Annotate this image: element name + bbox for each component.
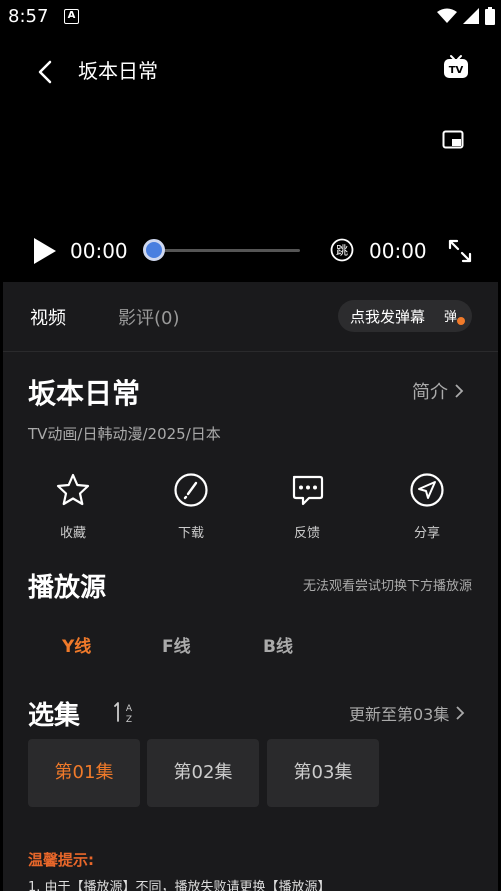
danmaku-label: 点我发弹幕: [350, 308, 426, 326]
tv-cast-icon[interactable]: TV: [442, 54, 470, 82]
skip-intro-button[interactable]: 跳: [330, 238, 354, 262]
episodes-update-link[interactable]: 更新至第03集: [349, 701, 465, 725]
show-meta: TV动画/日韩动漫/2025/日本: [28, 425, 221, 443]
skip-icon: 跳: [330, 238, 354, 262]
status-icons: [437, 7, 495, 25]
back-arrow-icon[interactable]: [32, 58, 60, 86]
share-icon: [410, 473, 444, 507]
progress-track[interactable]: [154, 249, 300, 252]
picture-in-picture-icon[interactable]: [442, 130, 464, 150]
video-title: 坂本日常: [78, 59, 158, 83]
source-line-y[interactable]: Y线: [62, 632, 91, 657]
episodes-update-label: 更新至第03集: [349, 705, 450, 724]
status-time: 8:57: [8, 6, 49, 27]
download-button[interactable]: 下载: [151, 472, 231, 542]
battery-icon: [485, 7, 495, 25]
download-icon: [174, 473, 208, 507]
source-heading: 播放源: [28, 573, 107, 603]
chevron-right-icon: [456, 706, 465, 720]
current-time: 00:00: [70, 239, 128, 263]
tabs-bar: 视频 影评(0) 点我发弹幕 弹: [3, 282, 498, 352]
source-line-f[interactable]: F线: [162, 632, 191, 657]
sort-icon[interactable]: A Z: [113, 699, 137, 725]
feedback-icon: [292, 475, 324, 506]
svg-text:TV: TV: [449, 65, 464, 76]
wifi-icon: [437, 8, 457, 23]
favorite-button[interactable]: 收藏: [33, 472, 113, 542]
fullscreen-icon[interactable]: [446, 237, 474, 265]
danmaku-dot: [457, 317, 465, 325]
episode-button-03[interactable]: 第03集: [267, 739, 379, 807]
share-label: 分享: [413, 526, 440, 541]
send-danmaku-button[interactable]: 点我发弹幕 弹: [338, 300, 472, 332]
progress-knob[interactable]: [143, 239, 165, 261]
status-bar: 8:57 A: [0, 0, 501, 34]
star-icon: [56, 473, 90, 506]
tab-review[interactable]: 影评(0): [118, 304, 180, 330]
notification-icon: A: [64, 9, 79, 24]
source-hint: 无法观看尝试切换下方播放源: [302, 579, 472, 594]
skip-glyph: 跳: [336, 244, 348, 258]
download-label: 下载: [177, 526, 204, 541]
video-player[interactable]: 坂本日常 TV 00:00 跳 00:00: [0, 34, 501, 282]
danmaku-glyph: 弹: [444, 310, 458, 325]
episodes-heading: 选集: [28, 701, 81, 731]
intro-link[interactable]: 简介: [412, 378, 464, 404]
signal-icon: [463, 8, 479, 24]
play-icon[interactable]: [32, 236, 58, 266]
feedback-button[interactable]: 反馈: [267, 472, 347, 542]
total-time: 00:00: [369, 239, 427, 263]
content-panel: 视频 影评(0) 点我发弹幕 弹 坂本日常 简介 TV动画/日韩动漫/2025/…: [3, 282, 498, 891]
source-line-b[interactable]: B线: [263, 632, 293, 657]
tips-title: 温馨提示:: [28, 851, 94, 869]
share-button[interactable]: 分享: [387, 472, 467, 542]
tab-video[interactable]: 视频: [30, 304, 66, 330]
show-title: 坂本日常: [28, 377, 141, 410]
episode-button-01[interactable]: 第01集: [28, 739, 140, 807]
danmaku-icon: 弹: [444, 306, 465, 326]
episode-button-02[interactable]: 第02集: [147, 739, 259, 807]
svg-text:Z: Z: [126, 715, 132, 725]
favorite-label: 收藏: [59, 526, 86, 541]
feedback-label: 反馈: [293, 526, 320, 541]
chevron-right-icon: [455, 384, 464, 398]
tips-line-1: 1. 由于【播放源】不同，播放失败请更换【播放源】: [28, 880, 331, 891]
svg-text:A: A: [126, 704, 133, 714]
intro-label: 简介: [412, 382, 448, 403]
